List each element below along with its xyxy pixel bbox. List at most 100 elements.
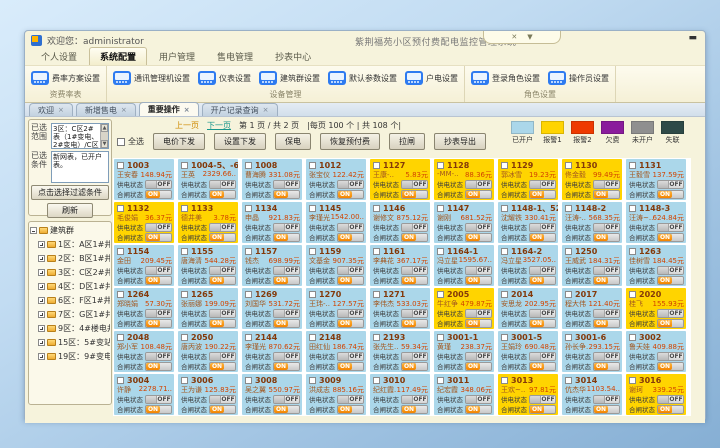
meter-card[interactable]: 3002鲁天娃409.88元供电状态OFF合闸状态ON [626, 331, 686, 372]
supply-toggle-off[interactable]: OFF [209, 266, 236, 275]
ribbon-button-通讯管理机设置[interactable]: 通讯管理机设置 [113, 71, 190, 85]
expand-icon[interactable] [38, 255, 45, 262]
tree-item[interactable]: 3区：C区2#井（1#变… [38, 267, 110, 278]
meter-card[interactable]: 2148田红仙186.74元供电状态OFF合闸状态ON [306, 331, 366, 372]
supply-toggle-off[interactable]: OFF [657, 223, 684, 232]
tree-item[interactable]: 1区：A区1#井 [38, 239, 110, 250]
close-toggle-on[interactable]: ON [593, 319, 620, 328]
expand-icon[interactable] [38, 297, 45, 304]
meter-card[interactable]: 1265张丽娜199.09元供电状态OFF合闸状态ON [178, 288, 238, 329]
supply-toggle-off[interactable]: OFF [209, 223, 236, 232]
scroll-up-icon[interactable]: ▲ [101, 124, 108, 132]
supply-toggle-off[interactable]: OFF [145, 223, 172, 232]
room-checkbox[interactable] [437, 162, 444, 169]
room-checkbox[interactable] [373, 248, 380, 255]
room-checkbox[interactable] [181, 205, 188, 212]
room-checkbox[interactable] [181, 377, 188, 384]
prev-page-link[interactable]: 上一页 [175, 120, 199, 131]
room-checkbox[interactable] [373, 291, 380, 298]
room-checkbox[interactable] [117, 291, 124, 298]
ribbon-tab-抄表中心[interactable]: 抄表中心 [265, 48, 321, 65]
ribbon-button-建筑群设置[interactable]: 建筑群设置 [259, 71, 320, 85]
room-checkbox[interactable] [565, 291, 572, 298]
close-toggle-on[interactable]: ON [465, 405, 492, 414]
close-toggle-on[interactable]: ON [529, 276, 556, 285]
ribbon-button-默认参数设置[interactable]: 默认参数设置 [328, 71, 397, 85]
meter-card[interactable]: 3009洪成志885.16元供电状态OFF合闸状态ON [306, 374, 366, 415]
doc-tab-开户记录查询[interactable]: 开户记录查询× [202, 103, 278, 116]
tree-item[interactable]: 4区：D区1#井（D区1… [38, 281, 110, 292]
room-checkbox[interactable] [501, 205, 508, 212]
supply-toggle-off[interactable]: OFF [337, 352, 364, 361]
supply-toggle-off[interactable]: OFF [529, 266, 556, 275]
supply-toggle-off[interactable]: OFF [209, 395, 236, 404]
room-checkbox[interactable] [117, 334, 124, 341]
close-toggle-on[interactable]: ON [337, 319, 364, 328]
tree-item[interactable]: 15区：5#变站（3#变… [38, 337, 110, 348]
supply-toggle-off[interactable]: OFF [529, 352, 556, 361]
close-toggle-on[interactable]: ON [209, 405, 236, 414]
meter-card[interactable]: 1148-1、522沈耀铁330.41元供电状态OFF合闸状态ON [498, 202, 558, 243]
close-toggle-on[interactable]: ON [529, 405, 556, 414]
supply-toggle-off[interactable]: OFF [465, 395, 492, 404]
room-checkbox[interactable] [629, 162, 636, 169]
close-toggle-on[interactable]: ON [401, 190, 428, 199]
meter-card[interactable]: 2048郑小军108.48元供电状态OFF合闸状态ON [114, 331, 174, 372]
meter-card[interactable]: 1004-5、-6、…王英2329.66..供电状态OFF合闸状态ON [178, 159, 238, 200]
close-toggle-on[interactable]: ON [209, 276, 236, 285]
ribbon-tab-用户管理[interactable]: 用户管理 [149, 48, 205, 65]
close-icon[interactable]: × [121, 106, 127, 114]
supply-toggle-off[interactable]: OFF [401, 223, 428, 232]
meter-card[interactable]: 1155唐海清544.28元供电状态OFF合闸状态ON [178, 245, 238, 286]
meter-card[interactable]: 1270王玮-..127.57元供电状态OFF合闸状态ON [306, 288, 366, 329]
close-toggle-on[interactable]: ON [401, 233, 428, 242]
close-icon[interactable]: × [184, 106, 190, 114]
supply-toggle-off[interactable]: OFF [401, 352, 428, 361]
close-toggle-on[interactable]: ON [273, 405, 300, 414]
meter-card[interactable]: 1159文基金907.35元供电状态OFF合闸状态ON [306, 245, 366, 286]
tree-item[interactable]: 7区：G区1#井 [38, 309, 110, 320]
room-checkbox[interactable] [437, 334, 444, 341]
supply-toggle-off[interactable]: OFF [593, 266, 620, 275]
meter-card[interactable]: 1127王康-..5.83元供电状态OFF合闸状态ON [370, 159, 430, 200]
scroll-down-icon[interactable]: ▼ [101, 140, 108, 148]
meter-card[interactable]: 1164-2冯立星3527.05..供电状态OFF合闸状态ON [498, 245, 558, 286]
chevron-down-icon[interactable]: ▼ [527, 34, 532, 41]
expand-icon[interactable] [38, 339, 45, 346]
close-toggle-on[interactable]: ON [465, 190, 492, 199]
ribbon-tab-系统配置[interactable]: 系统配置 [89, 47, 147, 65]
close-toggle-on[interactable]: ON [145, 190, 172, 199]
supply-toggle-off[interactable]: OFF [273, 395, 300, 404]
room-checkbox[interactable] [117, 248, 124, 255]
meter-card[interactable]: 1157钱杰698.99元供电状态OFF合闸状态ON [242, 245, 302, 286]
close-toggle-on[interactable]: ON [145, 233, 172, 242]
ribbon-button-登录角色设置[interactable]: 登录角色设置 [471, 71, 540, 85]
tree-root[interactable]: 建筑群 [30, 225, 110, 236]
doc-tab-重要操作[interactable]: 重要操作× [139, 102, 199, 116]
room-checkbox[interactable] [181, 162, 188, 169]
meter-card[interactable]: 1132毛俊娟36.37元供电状态OFF合闸状态ON [114, 202, 174, 243]
supply-toggle-off[interactable]: OFF [657, 309, 684, 318]
tree-item[interactable]: 19区：9#变电站（2#… [38, 351, 110, 362]
toolbar-button-抄表导出[interactable]: 抄表导出 [434, 133, 486, 150]
room-checkbox[interactable] [309, 291, 316, 298]
supply-toggle-off[interactable]: OFF [593, 180, 620, 189]
meter-card[interactable]: 1154金田209.45元供电状态OFF合闸状态ON [114, 245, 174, 286]
supply-toggle-off[interactable]: OFF [529, 395, 556, 404]
meter-card[interactable]: 1131王毅雪137.59元供电状态OFF合闸状态ON [626, 159, 686, 200]
close-toggle-on[interactable]: ON [273, 362, 300, 371]
room-checkbox[interactable] [501, 334, 508, 341]
supply-toggle-off[interactable]: OFF [145, 266, 172, 275]
close-toggle-on[interactable]: ON [657, 276, 684, 285]
meter-card[interactable]: 3001-6孙长争..293.15元供电状态OFF合闸状态ON [562, 331, 622, 372]
ribbon-button-户电设置[interactable]: 户电设置 [405, 71, 458, 85]
room-checkbox[interactable] [437, 205, 444, 212]
toolbar-button-拉闸[interactable]: 拉闸 [389, 133, 425, 150]
room-checkbox[interactable] [501, 248, 508, 255]
close-toggle-on[interactable]: ON [401, 319, 428, 328]
meter-card[interactable]: 1271李伟杰533.03元供电状态OFF合闸状态ON [370, 288, 430, 329]
toolbar-button-电价下发[interactable]: 电价下发 [153, 133, 205, 150]
close-toggle-on[interactable]: ON [593, 233, 620, 242]
refresh-button[interactable]: 刷新 [47, 203, 93, 218]
meter-card[interactable]: 2017程大伟121.40元供电状态OFF合闸状态ON [562, 288, 622, 329]
